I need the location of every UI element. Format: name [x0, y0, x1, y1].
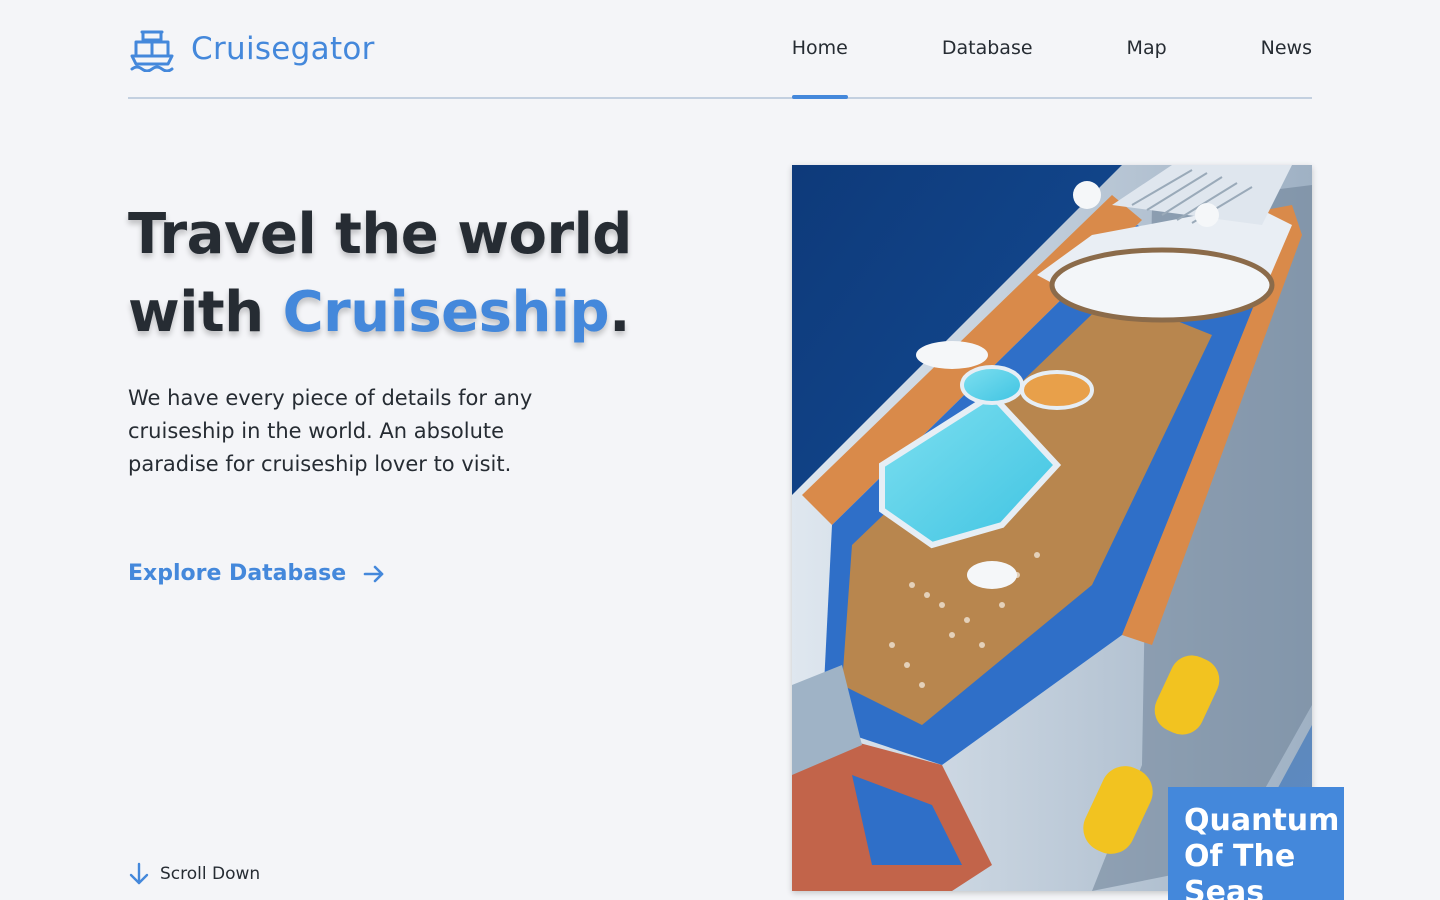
explore-database-label: Explore Database — [128, 561, 347, 586]
scroll-down-label: Scroll Down — [160, 864, 261, 884]
main-nav: Home Database Map News — [791, 0, 1312, 99]
arrow-right-icon — [363, 565, 384, 582]
nav-home[interactable]: Home — [791, 0, 848, 99]
brand-name: Cruisegator — [191, 31, 375, 67]
hero-title-prefix: with — [128, 280, 283, 345]
nav-news[interactable]: News — [1261, 0, 1312, 97]
ship-caption: Quantum Of The Seas — [1168, 787, 1344, 900]
explore-database-link[interactable]: Explore Database — [128, 561, 386, 586]
scroll-down-link[interactable]: Scroll Down — [128, 862, 260, 886]
brand-logo[interactable]: Cruisegator — [128, 26, 375, 72]
hero-title-line1: Travel the world — [128, 202, 632, 267]
cruise-ship-photo — [792, 165, 1312, 891]
hero-title: Travel the world with Cruiseship. — [128, 196, 748, 352]
site-header: Cruisegator Home Database Map News — [128, 0, 1312, 99]
hero-description: We have every piece of details for any c… — [128, 386, 533, 476]
nav-map[interactable]: Map — [1127, 0, 1167, 97]
ship-icon — [130, 30, 174, 72]
hero-title-accent: Cruiseship — [282, 280, 610, 345]
nav-database[interactable]: Database — [942, 0, 1033, 97]
hero-title-suffix: . — [609, 280, 630, 345]
arrow-down-icon — [129, 862, 149, 885]
